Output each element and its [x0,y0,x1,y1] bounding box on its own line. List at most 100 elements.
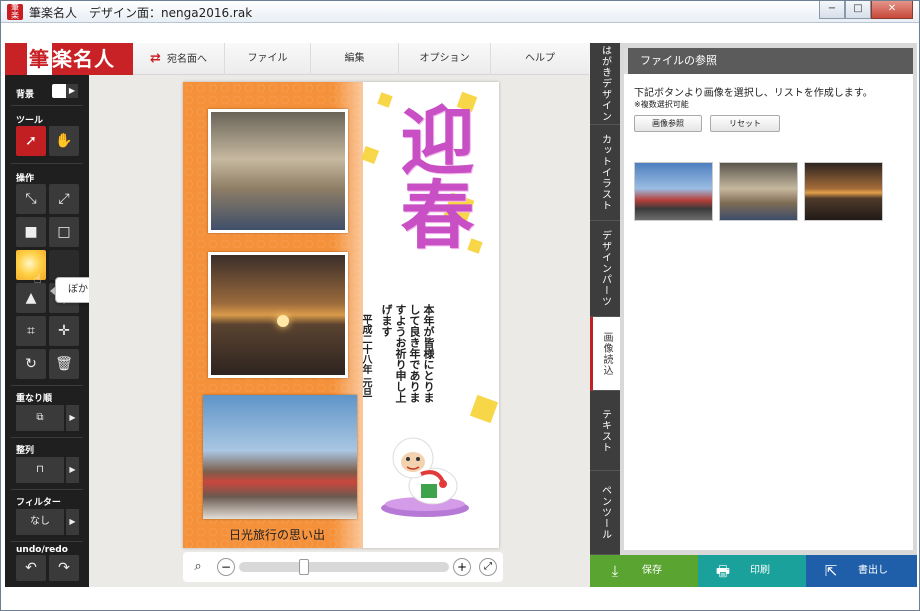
shape-combine-icon: ▲ [25,290,37,306]
tab-postcard-design[interactable]: はがきデザイン [590,43,620,125]
panel-description: 下記ボタンより画像を選択し、リストを作成します。 [634,88,873,99]
delete-button[interactable]: 🗑 [49,349,79,379]
print-button[interactable]: 🖶 印刷 [698,555,806,587]
align-dropdown[interactable]: ⊓ [16,457,64,483]
redo-button[interactable]: ↷ [49,555,79,581]
align-label: 整列 [16,446,35,456]
save-button[interactable]: ⤓ 保存 [590,555,698,587]
print-button-label: 印刷 [750,565,770,576]
sunset-photo[interactable] [208,252,348,378]
thumbnail-bridge[interactable] [634,162,713,221]
shape-combine-button[interactable]: ▲ [16,283,46,313]
tab-design-parts[interactable]: デザインパーツ [590,221,620,317]
postcard[interactable]: 迎春 本年が皆様にとりまして良き年でありますようお祈り申し上げます 平成二十八年… [183,82,499,548]
tools-label: ツール [16,116,44,126]
shadow-button[interactable]: ■ [16,217,46,247]
rotate-button[interactable]: ↻ [16,349,46,379]
save-button-label: 保存 [642,565,662,576]
undo-button[interactable]: ↶ [16,555,46,581]
status-bar [1,587,919,610]
menu-help[interactable]: ヘルプ [491,43,589,75]
tab-cut-illustration-label: カットイラスト [599,134,611,211]
app-icon: 筆楽 [7,4,23,20]
zoom-out-button[interactable]: − [217,558,235,576]
magnifier-icon[interactable]: ⌕ [189,558,207,576]
overlap-dropdown[interactable]: ⧉ [16,405,64,431]
divider [11,105,83,106]
side-panel: ファイルの参照 下記ボタンより画像を選択し、リストを作成します。 ※複数選択可能… [620,43,917,555]
bottom-action-bar: ⤓ 保存 🖶 印刷 ⇱ 書出し [590,555,917,587]
divider [11,385,83,386]
app-body: 筆楽名人 ⇄ 宛名面へ ファイル 編集 オプション ヘルプ 背景 ▶ ツール ➚ … [5,43,917,587]
crop-button[interactable]: ⌗ [16,316,46,346]
browse-image-button[interactable]: 画像参照 [634,115,702,132]
blur-button[interactable]: ☝ [16,250,46,286]
monkey-illustration[interactable] [377,424,473,520]
vertical-tab-bar: はがきデザイン カットイラスト デザインパーツ 画像読込 テキスト ペンツール [590,43,620,555]
window-controls: − □ ✕ [819,1,913,19]
align-dropdown-arrow[interactable]: ▶ [66,457,79,483]
new-year-message[interactable]: 本年が皆様にとりまして良き年でありますようお祈り申し上げます [379,304,435,404]
tab-postcard-design-label: はがきデザイン [599,45,611,122]
photo-caption[interactable]: 日光旅行の思い出 [229,526,325,543]
bridge-photo[interactable] [203,395,357,519]
fit-to-window-button[interactable]: ⤢ [479,558,497,576]
date-text[interactable]: 平成二十八年 元旦 [358,314,373,404]
hand-icon: ✋ [55,133,73,149]
menu-edit[interactable]: 編集 [311,43,399,75]
app-logo: 筆楽名人 [5,43,133,75]
shrink-icon: ⤡ [25,191,37,207]
frame-button[interactable]: □ [49,217,79,247]
hand-tool-button[interactable]: ✋ [49,126,79,156]
panel-title: ファイルの参照 [624,48,913,74]
save-tray-icon: ⤓ [611,562,619,580]
menu-address-side[interactable]: ⇄ 宛名面へ [133,43,225,75]
swap-icon: ⇄ [150,51,161,66]
tab-pen-tool[interactable]: ペンツール [590,471,620,555]
menu-file[interactable]: ファイル [225,43,311,75]
tab-image-import[interactable]: 画像読込 [590,317,620,391]
gold-confetti [469,394,499,424]
crop-icon: ⌗ [27,323,35,339]
export-icon: ⇱ [824,562,838,580]
zoom-slider-thumb[interactable] [299,559,309,575]
greeting-text[interactable]: 迎春 [361,102,477,250]
select-tool-button[interactable]: ➚ [16,126,46,156]
thumbnail-monkey-carving[interactable] [719,162,798,221]
chevron-right-icon: ▶ [69,517,76,526]
reset-button[interactable]: リセット [710,115,780,132]
background-toggle[interactable]: ▶ [52,84,78,98]
divider [11,437,83,438]
background-label: 背景 [16,90,35,100]
monkey-carving-photo[interactable] [208,109,348,233]
menu-address-side-label: 宛名面へ [166,54,207,65]
expand-button[interactable]: ⤢ [49,184,79,214]
tab-text[interactable]: テキスト [590,391,620,471]
filter-dropdown[interactable]: なし [16,509,64,535]
thumbnail-sunset[interactable] [804,162,883,221]
left-toolbar: 背景 ▶ ツール ➚ ✋ 操作 ⤡ ⤢ ■ □ ☝ ▲ ◆ ⌗ ✛ ↻ 🗑 ぼか… [5,75,111,587]
undo-redo-label: undo/redo [16,545,68,555]
toggle-arrow-icon: ▶ [66,84,78,98]
maximize-button[interactable]: □ [845,1,871,19]
logo-mark: 筆 [27,43,52,75]
tab-image-import-label: 画像読込 [601,331,612,376]
export-button[interactable]: ⇱ 書出し [806,555,917,587]
redo-icon: ↷ [58,560,70,576]
app-window: 筆楽 筆楽名人 デザイン面：nenga2016.rak − □ ✕ 筆楽名人 ⇄… [0,0,920,611]
logo-text: 楽名人 [52,47,115,71]
minimize-button[interactable]: − [819,1,845,19]
zoom-slider[interactable] [239,559,449,575]
tab-cut-illustration[interactable]: カットイラスト [590,125,620,221]
sun [277,315,289,327]
tab-text-label: テキスト [599,408,611,453]
overlap-dropdown-arrow[interactable]: ▶ [66,405,79,431]
close-button[interactable]: ✕ [871,1,913,19]
tab-design-parts-label: デザインパーツ [599,230,611,307]
move-button[interactable]: ✛ [49,316,79,346]
filter-dropdown-arrow[interactable]: ▶ [66,509,79,535]
zoom-in-button[interactable]: + [453,558,471,576]
shrink-button[interactable]: ⤡ [16,184,46,214]
menu-options[interactable]: オプション [399,43,491,75]
empty-slot [49,250,79,280]
